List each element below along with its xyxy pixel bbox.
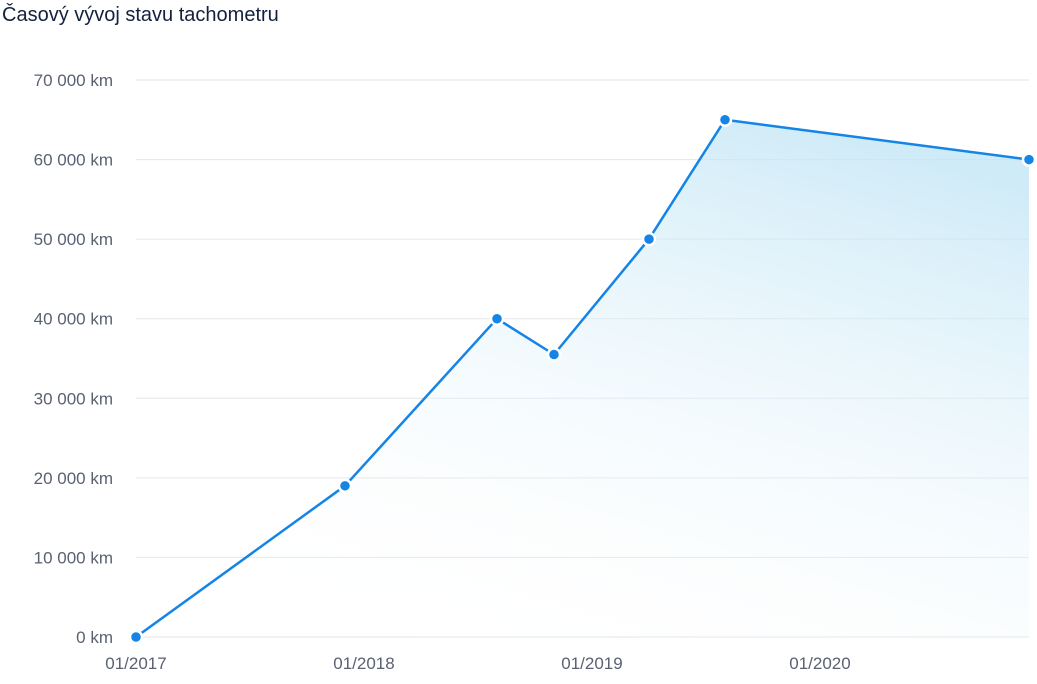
y-tick-label: 40 000 km bbox=[34, 310, 113, 329]
data-point[interactable] bbox=[1021, 152, 1037, 167]
x-tick-label: 01/2019 bbox=[561, 654, 622, 673]
y-tick-label: 60 000 km bbox=[34, 151, 113, 170]
data-point[interactable] bbox=[641, 231, 657, 247]
x-tick-label: 01/2017 bbox=[105, 654, 166, 673]
series-area bbox=[136, 119, 1029, 638]
data-point[interactable] bbox=[128, 629, 144, 645]
data-point[interactable] bbox=[546, 347, 562, 362]
x-tick-label: 01/2018 bbox=[333, 654, 394, 673]
y-tick-label: 0 km bbox=[76, 628, 113, 647]
y-tick-label: 30 000 km bbox=[34, 389, 113, 408]
data-point[interactable] bbox=[717, 112, 733, 128]
y-tick-label: 10 000 km bbox=[34, 548, 113, 567]
chart-canvas: 0 km 10 000 km 20 000 km 30 000 km 40 000 km… bbox=[34, 71, 1037, 673]
y-tick-label: 50 000 km bbox=[34, 230, 113, 249]
y-tick-label: 20 000 km bbox=[34, 469, 113, 488]
x-tick-label: 01/2020 bbox=[789, 654, 850, 673]
data-point[interactable] bbox=[489, 311, 505, 326]
data-point[interactable] bbox=[337, 478, 353, 494]
y-tick-label: 70 000 km bbox=[34, 71, 113, 90]
